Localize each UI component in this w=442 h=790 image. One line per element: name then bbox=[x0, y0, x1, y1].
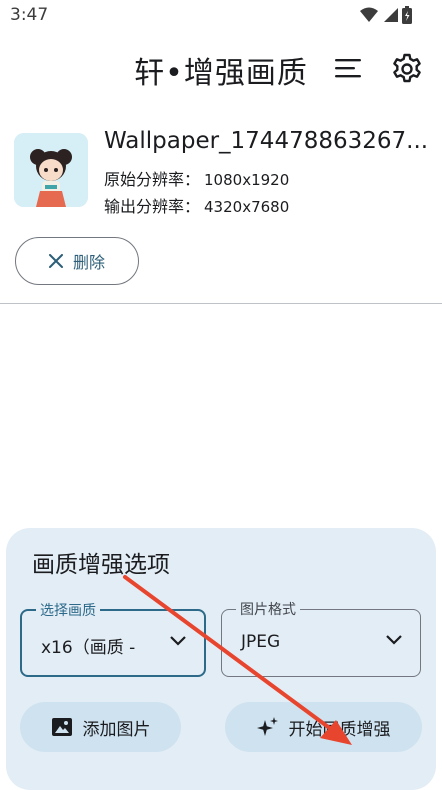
quality-select-label: 选择画质 bbox=[36, 600, 100, 620]
status-time: 3:47 bbox=[10, 5, 49, 25]
sort-lines-icon bbox=[335, 59, 361, 78]
format-select-value: JPEG bbox=[241, 632, 281, 652]
chevron-down-icon bbox=[386, 635, 402, 645]
output-resolution-value: 4320x7680 bbox=[204, 198, 290, 216]
quality-select[interactable]: 选择画质 x16（画质 - bbox=[20, 600, 206, 677]
close-icon bbox=[48, 254, 63, 268]
battery-icon bbox=[402, 6, 412, 24]
sparkle-icon bbox=[256, 717, 278, 736]
output-resolution-label: 输出分辨率： bbox=[104, 197, 201, 216]
delete-button[interactable]: 删除 bbox=[15, 237, 139, 285]
signal-icon bbox=[384, 8, 398, 22]
chevron-down-icon bbox=[170, 636, 186, 646]
thumbnail-girl-illustration bbox=[14, 133, 88, 207]
page-title: 轩•增强画质 bbox=[134, 56, 308, 91]
menu-button[interactable] bbox=[332, 52, 364, 84]
start-enhance-label: 开始画质增强 bbox=[288, 719, 391, 740]
settings-button[interactable] bbox=[390, 52, 424, 86]
image-icon bbox=[51, 718, 72, 736]
output-resolution: 输出分辨率： 4320x7680 bbox=[104, 193, 289, 217]
image-thumbnail bbox=[14, 133, 88, 207]
original-resolution-label: 原始分辨率： bbox=[104, 170, 201, 189]
format-select-label: 图片格式 bbox=[236, 599, 300, 619]
divider bbox=[0, 303, 442, 304]
delete-button-label: 删除 bbox=[72, 253, 105, 272]
original-resolution-value: 1080x1920 bbox=[204, 171, 290, 189]
start-enhance-button[interactable]: 开始画质增强 bbox=[225, 702, 422, 752]
quality-select-value: x16（画质 - bbox=[41, 638, 136, 658]
wifi-icon bbox=[360, 7, 378, 22]
file-name: Wallpaper_1744788632​67... bbox=[104, 128, 429, 154]
gear-icon bbox=[393, 53, 421, 83]
original-resolution: 原始分辨率： 1080x1920 bbox=[104, 166, 289, 190]
add-image-button[interactable]: 添加图片 bbox=[20, 702, 181, 752]
add-image-label: 添加图片 bbox=[82, 719, 151, 740]
format-select[interactable]: 图片格式 JPEG bbox=[221, 599, 421, 677]
options-title: 画质增强选项 bbox=[32, 552, 170, 578]
status-bar: 3:47 bbox=[0, 0, 442, 32]
status-icons bbox=[360, 6, 412, 24]
